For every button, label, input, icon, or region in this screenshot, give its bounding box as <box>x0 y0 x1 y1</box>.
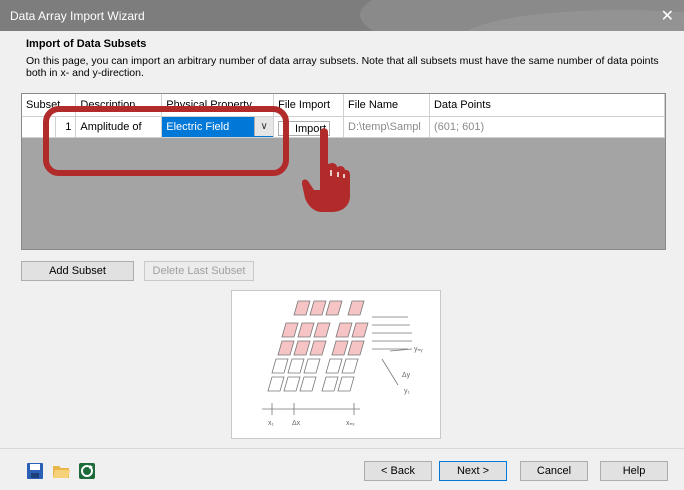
save-icon[interactable] <box>26 462 44 480</box>
page-description: On this page, you can import an arbitrar… <box>26 55 659 79</box>
footer-separator <box>0 448 684 449</box>
column-header-data-points[interactable]: Data Points <box>429 94 666 117</box>
illus-label-dy: Δy <box>402 372 411 379</box>
column-header-physical-property[interactable]: Physical Property <box>161 94 275 117</box>
illus-label-dx: Δx <box>292 420 301 427</box>
window-title: Data Array Import Wizard <box>10 9 145 23</box>
delete-last-subset-button[interactable]: Delete Last Subset <box>144 261 254 281</box>
column-header-file-import[interactable]: File Import <box>273 94 345 117</box>
next-button[interactable]: Next > <box>439 461 507 481</box>
chevron-down-icon[interactable]: ∨ <box>254 117 273 136</box>
column-header-subset[interactable]: Subset <box>22 94 77 117</box>
column-header-file-name[interactable]: File Name <box>343 94 430 117</box>
cell-file-name[interactable]: D:\temp\Sampl <box>343 116 430 138</box>
add-subset-button[interactable]: Add Subset <box>21 261 134 281</box>
data-grid-diagram: x₁ Δx xₙₓ yₙᵧ Δy y₁ <box>262 300 423 427</box>
open-folder-icon[interactable] <box>52 462 70 480</box>
column-header-description[interactable]: Description <box>75 94 163 117</box>
table-header-row: Subset Description Physical Property Fil… <box>22 94 666 117</box>
illus-label-yn: yₙᵧ <box>414 346 423 353</box>
cancel-button[interactable]: Cancel <box>520 461 588 481</box>
help-button[interactable]: Help <box>600 461 668 481</box>
data-array-illustration: x₁ Δx xₙₓ yₙᵧ Δy y₁ <box>231 290 441 439</box>
illus-label-xn: xₙₓ <box>346 420 355 427</box>
close-icon[interactable]: ✕ <box>661 6 674 26</box>
illus-label-y1: y₁ <box>404 388 411 395</box>
cell-subset: 1 <box>55 116 77 138</box>
cell-description[interactable]: Amplitude of <box>75 116 163 138</box>
page-heading: Import of Data Subsets <box>26 38 147 50</box>
illus-label-x1: x₁ <box>268 420 275 427</box>
cell-physical-property[interactable]: Electric Field ∨ <box>161 116 275 138</box>
physical-property-value: Electric Field <box>166 121 230 133</box>
back-button[interactable]: < Back <box>364 461 432 481</box>
title-bar: Data Array Import Wizard ✕ <box>0 0 684 31</box>
cell-data-points: (601; 601) <box>429 116 666 138</box>
row-header[interactable] <box>22 116 57 138</box>
pointing-hand-icon <box>302 128 350 212</box>
refresh-icon[interactable] <box>78 462 96 480</box>
